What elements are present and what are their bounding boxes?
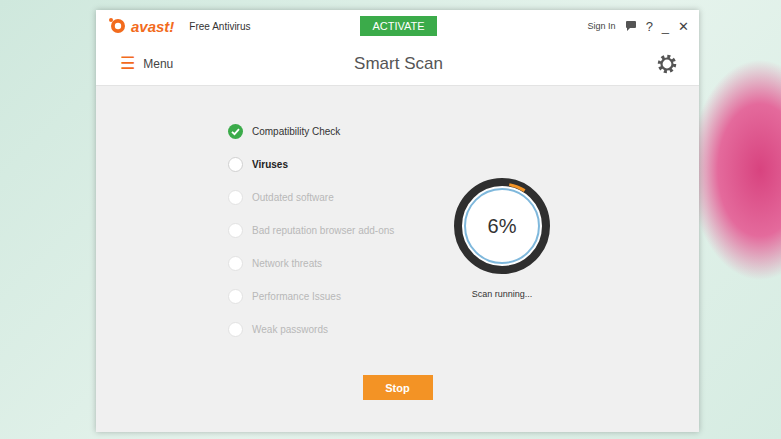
scan-panel: Compatibility Check Viruses Outdated softw… (96, 86, 699, 432)
help-button[interactable]: ? (646, 19, 653, 34)
step-label: Network threats (252, 258, 322, 269)
brand: avast! Free Antivirus (108, 16, 360, 36)
chat-icon[interactable] (625, 20, 637, 32)
step-item: Outdated software (228, 181, 447, 214)
minimize-button[interactable]: _ (662, 19, 669, 34)
window-controls: Sign In? _ ✕ (437, 19, 689, 34)
step-label: Bad reputation browser add-ons (252, 225, 394, 236)
scan-status: Scan running... (472, 289, 533, 299)
step-item: Bad reputation browser add-ons (228, 214, 447, 247)
step-label: Compatibility Check (252, 126, 340, 137)
menu-label[interactable]: Menu (143, 57, 173, 71)
step-dot (228, 322, 243, 337)
product-name: Free Antivirus (189, 21, 250, 32)
step-list: Compatibility Check Viruses Outdated softw… (228, 115, 447, 346)
hamburger-icon[interactable]: ☰ (120, 53, 135, 74)
progress: 6% Scan running... (447, 171, 557, 346)
step-label: Viruses (252, 159, 288, 170)
step-item: Compatibility Check (228, 115, 447, 148)
avast-window: avast! Free Antivirus ACTIVATE Sign In? _ ✕ ☰ M… (96, 10, 699, 432)
brand-name: avast! (131, 18, 174, 35)
step-label: Performance Issues (252, 291, 341, 302)
stop-button[interactable]: Stop (363, 375, 433, 400)
desktop: avast! Free Antivirus ACTIVATE Sign In? _ ✕ ☰ M… (0, 0, 781, 439)
step-item: Performance Issues (228, 280, 447, 313)
activate-button[interactable]: ACTIVATE (360, 16, 436, 36)
page-title: Smart Scan (354, 54, 443, 74)
close-button[interactable]: ✕ (678, 19, 689, 34)
avast-logo-icon (108, 16, 128, 36)
step-dot (228, 256, 243, 271)
step-dot (228, 289, 243, 304)
step-dot (228, 190, 243, 205)
progress-ring: 6% (447, 171, 557, 281)
header: ☰ Menu Smart Scan (96, 42, 699, 86)
check-icon (228, 124, 243, 139)
step-dot (228, 223, 243, 238)
step-item: Network threats (228, 247, 447, 280)
progress-reading: 6% (447, 171, 557, 281)
step-label: Weak passwords (252, 324, 328, 335)
step-item: Viruses (228, 148, 447, 181)
step-dot (228, 157, 243, 172)
step-label: Outdated software (252, 192, 334, 203)
title-bar: avast! Free Antivirus ACTIVATE Sign In? _ ✕ (96, 10, 699, 42)
step-item: Weak passwords (228, 313, 447, 346)
sign-in-link[interactable]: Sign In (588, 21, 616, 31)
gear-icon[interactable] (657, 54, 677, 74)
menu-button[interactable]: ☰ Menu (120, 53, 354, 74)
